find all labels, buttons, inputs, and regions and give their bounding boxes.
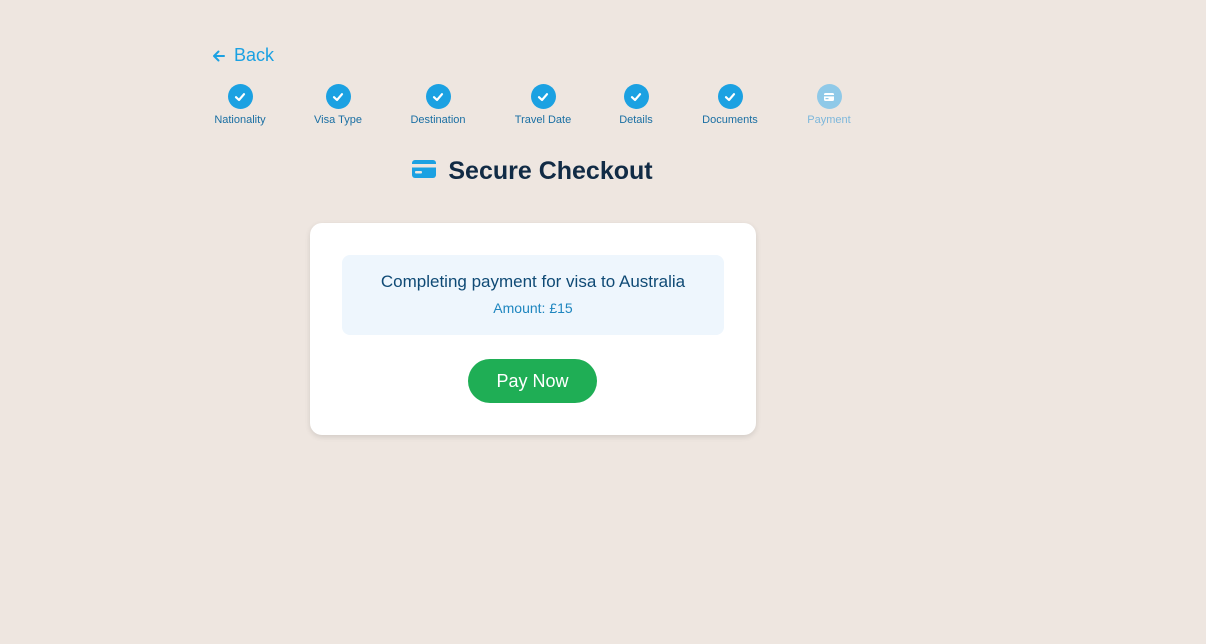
step-details: Details: [586, 84, 686, 126]
amount-text: Amount: £15: [493, 300, 573, 316]
credit-card-icon: [412, 159, 437, 184]
step-visa-type: Visa Type: [288, 84, 388, 126]
payment-summary: Completing payment for visa to Australia…: [342, 255, 724, 335]
checkout-card: Completing payment for visa to Australia…: [310, 223, 756, 435]
check-icon: [623, 84, 649, 109]
step-label: Visa Type: [314, 114, 362, 126]
summary-text: Completing payment for visa to Australia: [380, 272, 686, 291]
step-label: Details: [619, 114, 653, 126]
step-travel-date: Travel Date: [493, 84, 593, 126]
step-label: Documents: [702, 114, 758, 126]
step-label: Payment: [807, 114, 851, 126]
step-label: Nationality: [214, 114, 266, 126]
back-label: Back: [234, 45, 275, 65]
check-icon: [227, 84, 253, 109]
check-icon: [325, 84, 351, 109]
credit-card-icon: [816, 84, 842, 109]
step-nationality: Nationality: [190, 84, 290, 126]
check-icon: [425, 84, 451, 109]
step-label: Destination: [410, 114, 466, 126]
check-icon: [530, 84, 556, 109]
page-title: Secure Checkout: [448, 157, 653, 185]
step-label: Travel Date: [514, 114, 572, 126]
step-destination: Destination: [388, 84, 488, 126]
arrow-left-icon: [212, 49, 226, 63]
check-icon: [717, 84, 743, 109]
checkout-heading: Secure Checkout: [0, 157, 1065, 186]
step-payment: Payment: [779, 84, 879, 126]
pay-now-button[interactable]: Pay Now: [468, 359, 597, 403]
step-documents: Documents: [680, 84, 780, 126]
progress-stepper: Nationality Visa Type Destination Travel…: [0, 84, 1206, 132]
back-link[interactable]: Back: [212, 45, 274, 66]
